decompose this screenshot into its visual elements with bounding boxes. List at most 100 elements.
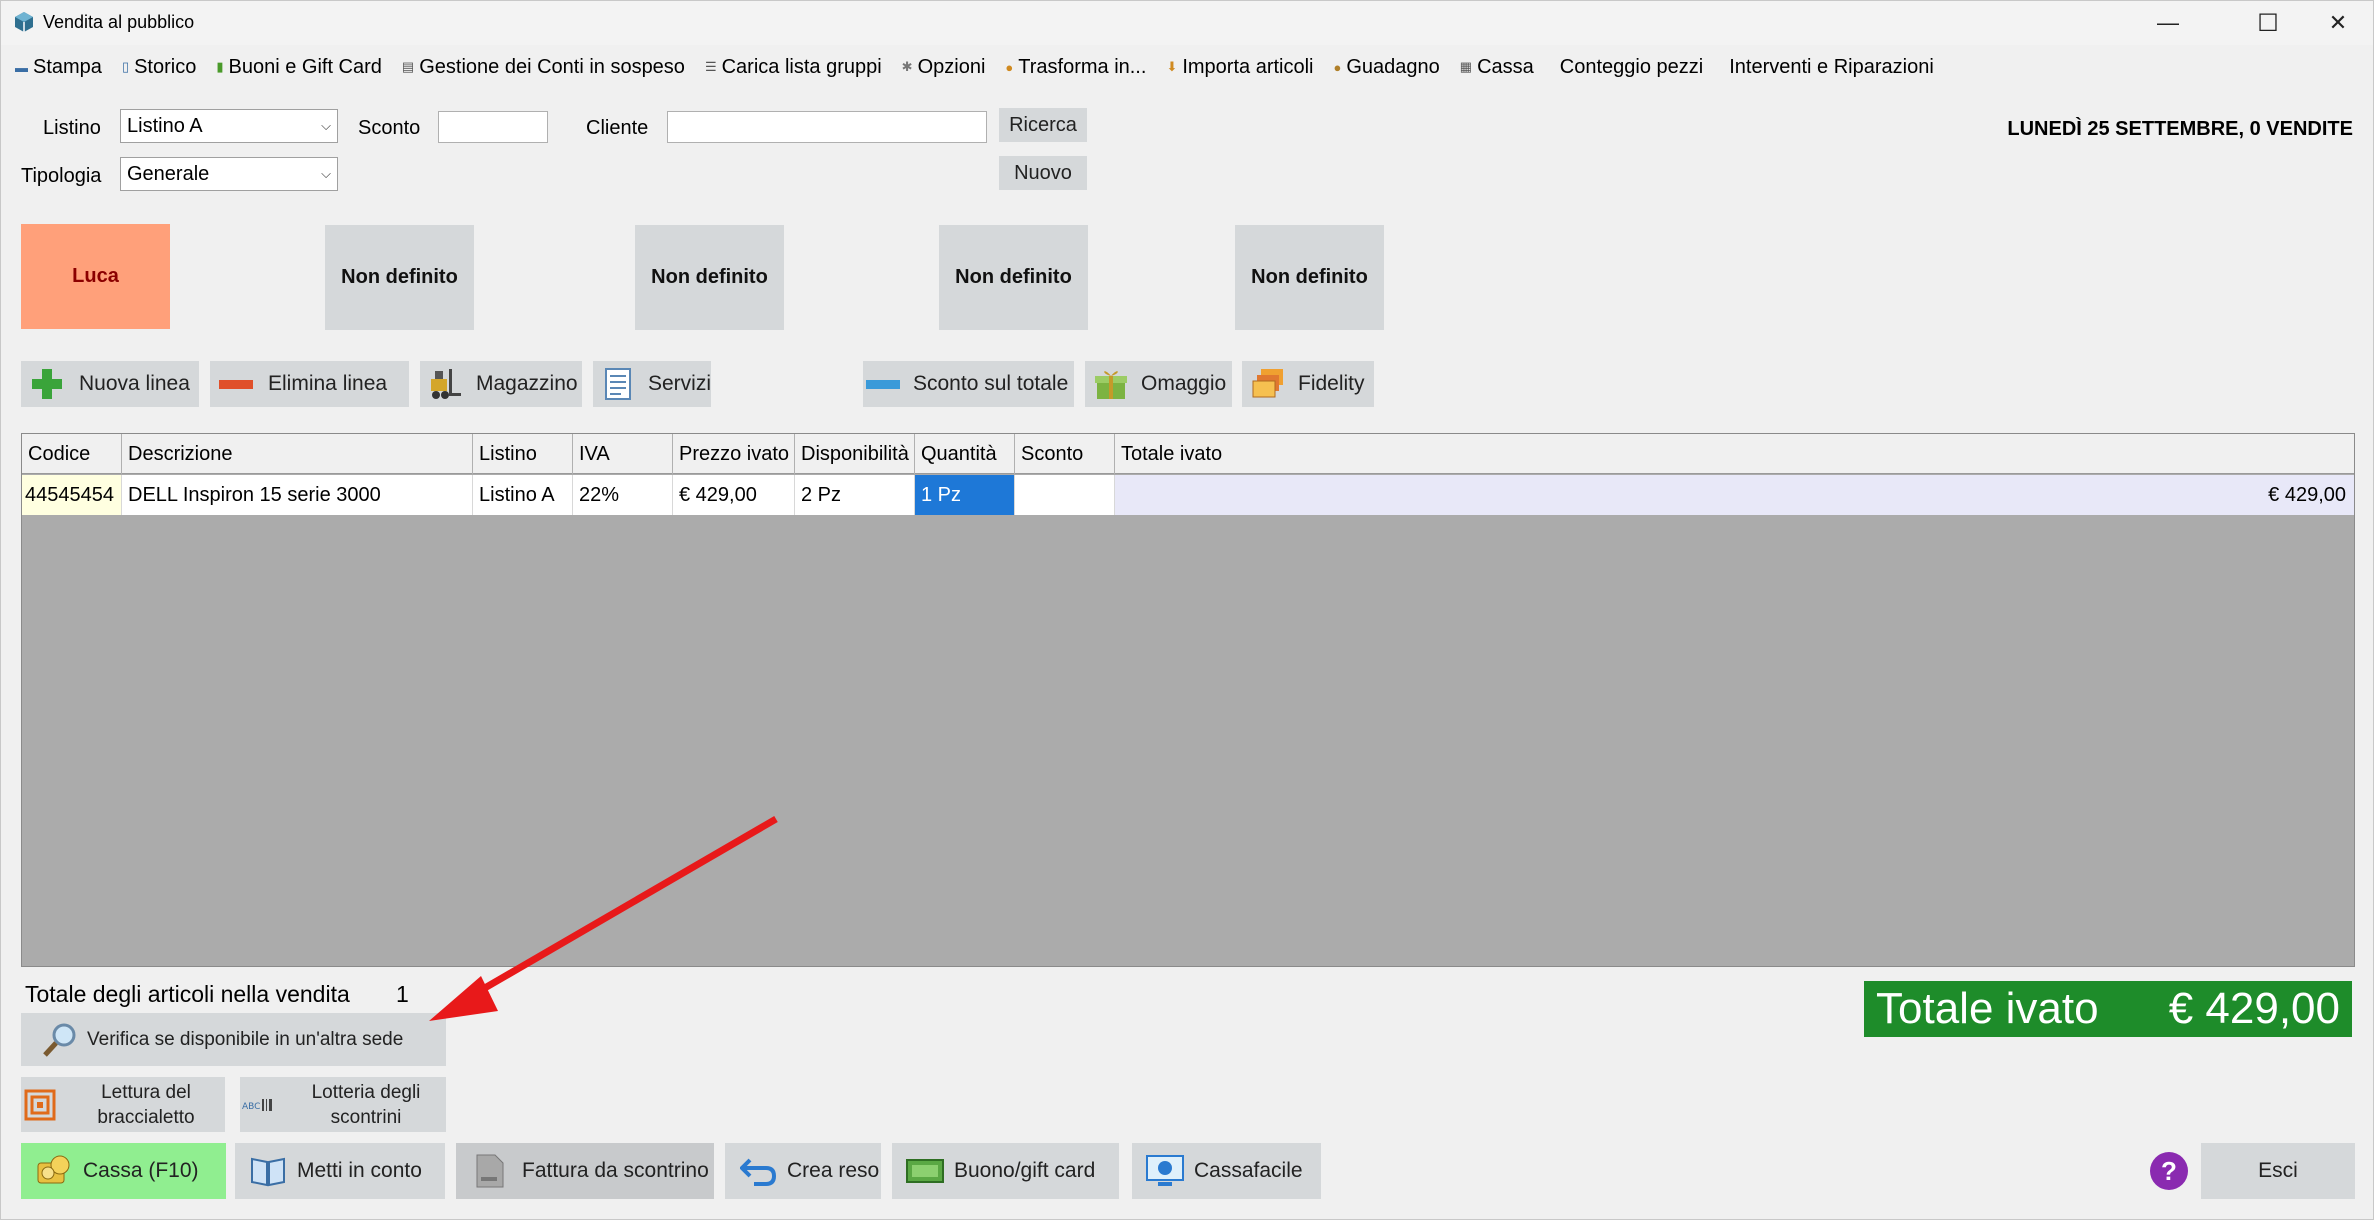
nuova-linea-button[interactable]: Nuova linea: [21, 361, 199, 407]
operator-slot[interactable]: Non definito: [1235, 225, 1384, 330]
cliente-label: Cliente: [586, 117, 649, 139]
svg-text:ABC: ABC: [242, 1102, 260, 1112]
menu-label: Carica lista gruppi: [721, 55, 882, 78]
cassafacile-button[interactable]: Cassafacile: [1132, 1143, 1321, 1199]
lettura-braccialetto-button[interactable]: Lettura del braccialetto: [21, 1077, 225, 1132]
metti-in-conto-button[interactable]: Metti in conto: [235, 1143, 445, 1199]
col-quantita[interactable]: Quantità: [915, 434, 1015, 474]
col-prezzo-ivato[interactable]: Prezzo ivato: [673, 434, 795, 474]
col-sconto[interactable]: Sconto: [1015, 434, 1115, 474]
cell-disponibilita[interactable]: 2 Pz: [795, 475, 915, 515]
cell-prezzo-ivato[interactable]: € 429,00: [673, 475, 795, 515]
col-descrizione[interactable]: Descrizione: [122, 434, 473, 474]
open-book-icon: [249, 1152, 287, 1190]
minimize-button[interactable]: —: [2133, 1, 2203, 45]
col-disponibilita[interactable]: Disponibilità: [795, 434, 915, 474]
tipologia-select[interactable]: Generale ⌵: [120, 157, 338, 191]
menu-label: Conteggio pezzi: [1559, 55, 1704, 78]
chevron-down-icon: ⌵: [321, 118, 331, 133]
crea-reso-button[interactable]: Crea reso: [725, 1143, 881, 1199]
menu-opzioni[interactable]: ✱ Opzioni: [902, 56, 986, 79]
menu-label: Importa articoli: [1182, 55, 1314, 78]
window: Vendita al pubblico — ☐ ✕ ▬ Stampa ▯ Stori…: [0, 0, 2374, 1220]
menu-trasforma[interactable]: ● Trasforma in...: [1005, 56, 1146, 79]
button-label: Fattura da scontrino: [522, 1159, 709, 1182]
operator-luca[interactable]: Luca: [21, 224, 170, 329]
menu-interventi[interactable]: Interventi e Riparazioni: [1729, 56, 1934, 79]
col-totale-ivato[interactable]: Totale ivato: [1115, 434, 2354, 474]
chevron-down-icon: ⌵: [321, 166, 331, 181]
menu-guadagno[interactable]: ● Guadagno: [1334, 56, 1440, 79]
cell-listino[interactable]: Listino A: [473, 475, 573, 515]
forklift-icon: [428, 366, 464, 402]
cell-iva[interactable]: 22%: [573, 475, 673, 515]
money-bag-icon: ●: [1333, 59, 1342, 75]
cassa-button[interactable]: Cassa (F10): [21, 1143, 226, 1199]
button-label: Omaggio: [1141, 372, 1227, 395]
cell-codice[interactable]: 44545454: [22, 475, 122, 515]
sconto-input[interactable]: [438, 111, 548, 143]
sale-items-grid[interactable]: Codice Descrizione Listino IVA Prezzo iv…: [21, 433, 2355, 967]
help-button[interactable]: ?: [2150, 1152, 2188, 1190]
operator-slot[interactable]: Non definito: [635, 225, 784, 330]
plus-icon: [29, 366, 65, 402]
buono-gift-card-button[interactable]: Buono/gift card: [892, 1143, 1119, 1199]
col-iva[interactable]: IVA: [573, 434, 673, 474]
cliente-input[interactable]: [667, 111, 987, 143]
col-codice[interactable]: Codice: [22, 434, 122, 474]
tipologia-value: Generale: [127, 162, 210, 185]
menu-label: Interventi e Riparazioni: [1729, 55, 1934, 78]
cell-quantita[interactable]: 1 Pz: [915, 475, 1015, 515]
button-label: Fidelity: [1298, 372, 1365, 395]
col-listino[interactable]: Listino: [473, 434, 573, 474]
gift-icon: ▮: [216, 59, 224, 74]
button-label: Servizi: [647, 372, 711, 395]
omaggio-button[interactable]: Omaggio: [1085, 361, 1232, 407]
elimina-linea-button[interactable]: Elimina linea: [210, 361, 409, 407]
total-label: Totale ivato: [1876, 984, 2099, 1033]
verifica-disponibilita-button[interactable]: Verifica se disponibile in un'altra sede: [21, 1013, 446, 1066]
button-label: Verifica se disponibile in un'altra sede: [87, 1028, 404, 1050]
button-label: Sconto sul totale: [913, 372, 1069, 395]
magazzino-button[interactable]: Magazzino: [420, 361, 582, 407]
menu-importa[interactable]: ⬇ Importa articoli: [1166, 56, 1313, 79]
window-title: Vendita al pubblico: [43, 12, 195, 32]
nuovo-button[interactable]: Nuovo: [999, 156, 1087, 190]
menu-cassa[interactable]: ▦ Cassa: [1460, 56, 1534, 79]
item-count-label: Totale degli articoli nella vendita: [25, 981, 350, 1007]
menu-storico[interactable]: ▯ Storico: [122, 56, 196, 79]
sconto-label: Sconto: [358, 117, 421, 139]
invoice-icon: [470, 1152, 508, 1190]
menu-label: Guadagno: [1346, 55, 1440, 78]
lotteria-scontrini-button[interactable]: ABC Lotteria degli scontrini: [240, 1077, 446, 1132]
menu-buoni[interactable]: ▮ Buoni e Gift Card: [216, 56, 382, 79]
fattura-da-scontrino-button[interactable]: Fattura da scontrino: [456, 1143, 714, 1199]
monitor-icon: [1146, 1152, 1184, 1190]
cell-descrizione[interactable]: DELL Inspiron 15 serie 3000: [122, 475, 473, 515]
menu-conteggio-pezzi[interactable]: Conteggio pezzi: [1560, 56, 1703, 79]
maximize-button[interactable]: ☐: [2233, 1, 2303, 45]
listino-value: Listino A: [127, 114, 203, 137]
cell-totale-ivato[interactable]: € 429,00: [1115, 475, 2354, 515]
sconto-totale-button[interactable]: Sconto sul totale: [863, 361, 1074, 407]
menu-conti-sospeso[interactable]: ▤ Gestione dei Conti in sospeso: [402, 56, 685, 79]
item-count-value: 1: [396, 981, 409, 1007]
menu-stampa[interactable]: ▬ Stampa: [15, 56, 102, 79]
esci-button[interactable]: Esci: [2201, 1143, 2355, 1199]
menu-carica-gruppi[interactable]: ☰ Carica lista gruppi: [705, 56, 882, 79]
ricerca-button[interactable]: Ricerca: [999, 108, 1087, 142]
operator-slot[interactable]: Non definito: [939, 225, 1088, 330]
fidelity-button[interactable]: Fidelity: [1242, 361, 1374, 407]
menu-label: Storico: [134, 55, 197, 78]
servizi-button[interactable]: Servizi: [593, 361, 711, 407]
close-button[interactable]: ✕: [2303, 1, 2373, 45]
menu-label: Cassa: [1477, 55, 1534, 78]
menu-label: Trasforma in...: [1018, 55, 1147, 78]
menu-label: Gestione dei Conti in sospeso: [419, 55, 685, 78]
operator-slot[interactable]: Non definito: [325, 225, 474, 330]
menu-label: Stampa: [33, 55, 102, 78]
listino-select[interactable]: Listino A ⌵: [120, 109, 338, 143]
menu-label: Buoni e Gift Card: [228, 55, 382, 78]
table-row[interactable]: 44545454 DELL Inspiron 15 serie 3000 Lis…: [22, 475, 2354, 515]
cell-sconto[interactable]: [1015, 475, 1115, 515]
